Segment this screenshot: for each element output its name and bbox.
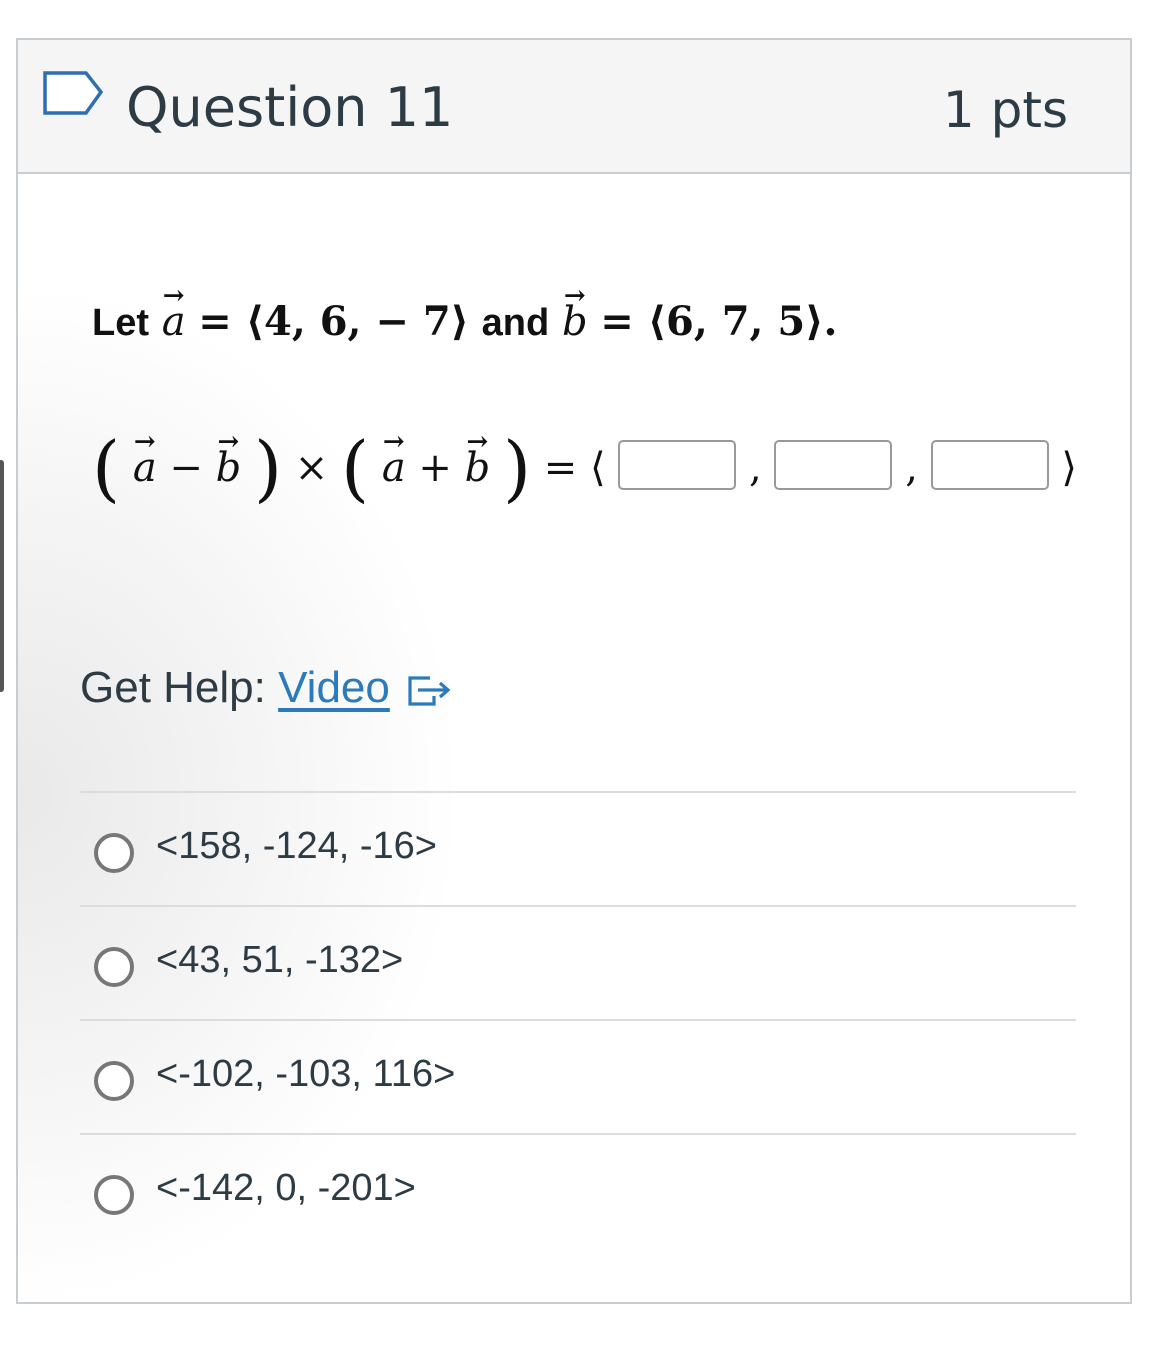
radio-button[interactable] — [94, 947, 134, 987]
external-link-icon[interactable] — [404, 672, 454, 708]
option-label[interactable]: <158, -124, -16> — [156, 823, 437, 869]
plus-sign: + — [418, 445, 452, 491]
option-row[interactable]: <158, -124, -16> — [80, 791, 1076, 905]
times-sign: × — [294, 445, 329, 491]
close-bracket: ⟩ — [1061, 445, 1077, 491]
answer-input-x[interactable] — [618, 440, 737, 490]
expr-vector-b: b — [216, 418, 242, 518]
right-paren: ) — [253, 426, 283, 510]
expr-vector-a: a — [382, 418, 406, 518]
question-header: Question 11 1 pts — [18, 40, 1130, 174]
answer-options: <158, -124, -16> <43, 51, -132> <-102, -… — [80, 791, 1076, 1247]
right-paren: ) — [502, 426, 532, 510]
expr-vector-b: b — [465, 418, 491, 518]
left-paren: ( — [92, 426, 121, 510]
question-title: Question 11 — [126, 76, 454, 139]
radio-button[interactable] — [94, 1061, 134, 1101]
question-statement: Let a = ⟨4, 6, − 7⟩ and b = ⟨6, 7, 5⟩. — [92, 294, 837, 351]
minus-sign: − — [169, 445, 203, 491]
left-paren: ( — [341, 426, 370, 510]
get-help-label: Get Help: — [80, 663, 266, 712]
option-label[interactable]: <-142, 0, -201> — [156, 1165, 416, 1211]
video-link[interactable]: Video — [278, 663, 390, 712]
question-card: Question 11 1 pts Let a = ⟨4, 6, − 7⟩ an… — [16, 38, 1132, 1304]
radio-button[interactable] — [94, 1175, 134, 1215]
side-panel-edge — [0, 460, 4, 692]
radio-button[interactable] — [94, 833, 134, 873]
vector-b: b — [562, 294, 588, 350]
vector-a-value: = ⟨4, 6, − 7⟩ — [198, 298, 469, 345]
expr-vector-a: a — [133, 418, 157, 518]
option-label[interactable]: <-102, -103, 116> — [156, 1051, 455, 1097]
option-row[interactable]: <-102, -103, 116> — [80, 1019, 1076, 1133]
comma: , — [749, 445, 762, 491]
answer-input-y[interactable] — [774, 440, 893, 490]
statement-and: and — [481, 302, 550, 344]
option-row[interactable]: <43, 51, -132> — [80, 905, 1076, 1019]
vector-b-value: = ⟨6, 7, 5⟩. — [600, 298, 838, 345]
flag-icon[interactable] — [42, 70, 104, 122]
cross-product-expression: ( a − b ) × ( a + b ) = ⟨ , , ⟩ — [92, 418, 1077, 518]
equals-open-bracket: = ⟨ — [543, 445, 606, 491]
option-label[interactable]: <43, 51, -132> — [156, 937, 403, 983]
option-row[interactable]: <-142, 0, -201> — [80, 1133, 1076, 1247]
comma: , — [905, 445, 918, 491]
question-points: 1 pts — [942, 81, 1068, 139]
statement-let: Let — [92, 302, 149, 344]
vector-a: a — [162, 294, 186, 350]
get-help: Get Help: Video — [80, 658, 454, 718]
answer-input-z[interactable] — [930, 440, 1049, 490]
